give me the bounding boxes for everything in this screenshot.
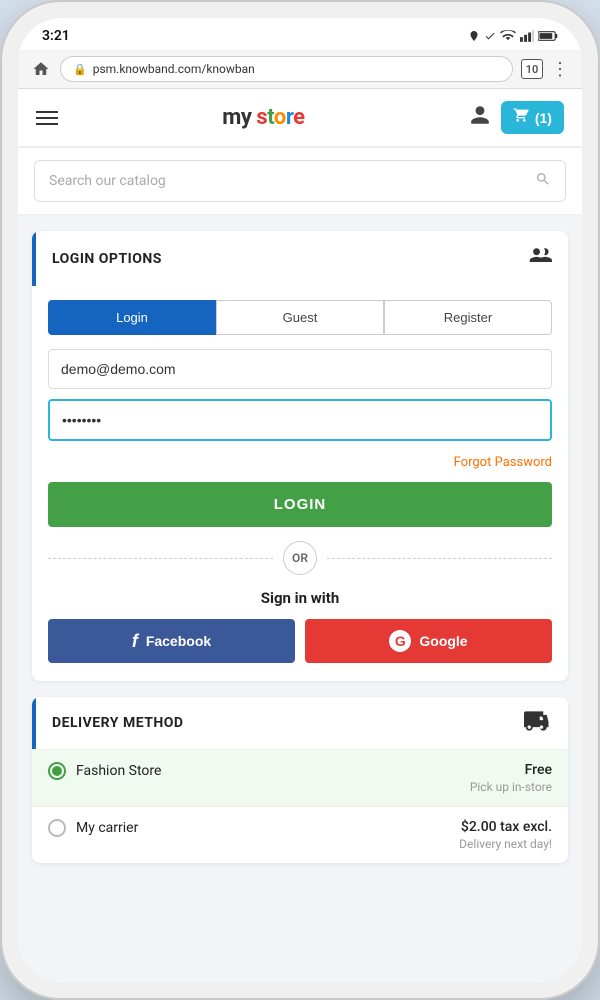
browser-chrome: 🔒 psm.knowband.com/knowban 10 ⋮ (18, 50, 582, 89)
browser-menu-icon[interactable]: ⋮ (551, 59, 570, 80)
sign-in-title: Sign in with (48, 589, 552, 607)
or-line-left (48, 558, 273, 559)
or-line-right (327, 558, 552, 559)
status-icons (468, 29, 558, 43)
cart-button[interactable]: (1) (501, 101, 564, 134)
lock-icon: 🔒 (73, 63, 87, 76)
tab-count[interactable]: 10 (521, 59, 543, 79)
delivery-option-fashion-store[interactable]: Fashion Store Free Pick up in-store (32, 749, 568, 806)
store-logo: my store (222, 105, 304, 130)
guest-tab[interactable]: Guest (216, 300, 384, 335)
logo-t: t (267, 105, 274, 130)
delivery-truck-icon (524, 711, 552, 735)
search-placeholder-text: Search our catalog (49, 173, 166, 189)
header-actions: (1) (469, 101, 564, 134)
wifi-icon (500, 30, 516, 42)
search-container: Search our catalog (18, 148, 582, 215)
status-bar: 3:21 (18, 18, 582, 50)
login-options-title: LOGIN OPTIONS (52, 251, 162, 267)
or-circle: OR (283, 541, 317, 575)
logo-s: s (256, 105, 267, 130)
logo-e: e (293, 105, 304, 130)
fashion-store-price-col: Free Pick up in-store (470, 762, 552, 794)
user-icon[interactable] (469, 104, 491, 131)
fashion-store-name: Fashion Store (76, 763, 161, 779)
forgot-password-row: Forgot Password (48, 451, 552, 470)
login-tab-group: Login Guest Register (48, 300, 552, 335)
my-carrier-name: My carrier (76, 820, 138, 836)
register-tab[interactable]: Register (384, 300, 552, 335)
google-login-button[interactable]: G Google (305, 619, 552, 663)
login-card: LOGIN OPTIONS Login Guest Register (32, 231, 568, 681)
login-card-body: Login Guest Register Forgot Password LOG… (32, 286, 568, 681)
status-time: 3:21 (42, 28, 70, 44)
login-button[interactable]: LOGIN (48, 482, 552, 527)
email-input[interactable] (48, 349, 552, 389)
cart-icon (513, 107, 529, 128)
delivery-title: DELIVERY METHOD (52, 715, 184, 731)
password-input[interactable] (48, 399, 552, 441)
facebook-label: Facebook (146, 633, 211, 649)
url-bar[interactable]: 🔒 psm.knowband.com/knowban (60, 56, 513, 82)
phone-screen: 3:21 (18, 18, 582, 982)
search-bar[interactable]: Search our catalog (34, 160, 566, 202)
social-buttons-row: f Facebook G Google (48, 619, 552, 663)
delivery-card: DELIVERY METHOD Fashion Store Free Pick … (32, 697, 568, 863)
login-tab[interactable]: Login (48, 300, 216, 335)
logo-my-text: my (222, 105, 256, 130)
check-icon (484, 30, 496, 42)
url-text: psm.knowband.com/knowban (93, 62, 500, 76)
fashion-store-price: Free (470, 762, 552, 778)
logo-o: o (274, 105, 286, 130)
my-carrier-label: My carrier (48, 819, 138, 837)
page-content: my store (1) (18, 89, 582, 982)
facebook-login-button[interactable]: f Facebook (48, 619, 295, 663)
signal-icon (520, 30, 534, 42)
hamburger-menu[interactable] (36, 111, 58, 125)
facebook-icon: f (132, 631, 138, 652)
users-icon (528, 245, 552, 272)
location-icon (468, 29, 480, 43)
fashion-store-note: Pick up in-store (470, 780, 552, 794)
delivery-option-my-carrier[interactable]: My carrier $2.00 tax excl. Delivery next… (32, 806, 568, 863)
phone-shell: 3:21 (0, 0, 600, 1000)
my-carrier-price-col: $2.00 tax excl. Delivery next day! (459, 819, 552, 851)
radio-my-carrier[interactable] (48, 819, 66, 837)
battery-icon (538, 30, 558, 42)
google-label: Google (419, 633, 467, 649)
search-icon (535, 171, 551, 191)
login-card-header: LOGIN OPTIONS (32, 231, 568, 286)
radio-fashion-store[interactable] (48, 762, 66, 780)
my-carrier-price: $2.00 tax excl. (459, 819, 552, 835)
my-carrier-note: Delivery next day! (459, 837, 552, 851)
or-divider: OR (48, 541, 552, 575)
google-icon: G (389, 630, 411, 652)
app-header: my store (1) (18, 89, 582, 148)
delivery-option-label: Fashion Store (48, 762, 161, 780)
cart-count: (1) (535, 110, 552, 126)
delivery-header: DELIVERY METHOD (32, 697, 568, 749)
forgot-password-link[interactable]: Forgot Password (454, 455, 552, 470)
home-button[interactable] (30, 58, 52, 80)
